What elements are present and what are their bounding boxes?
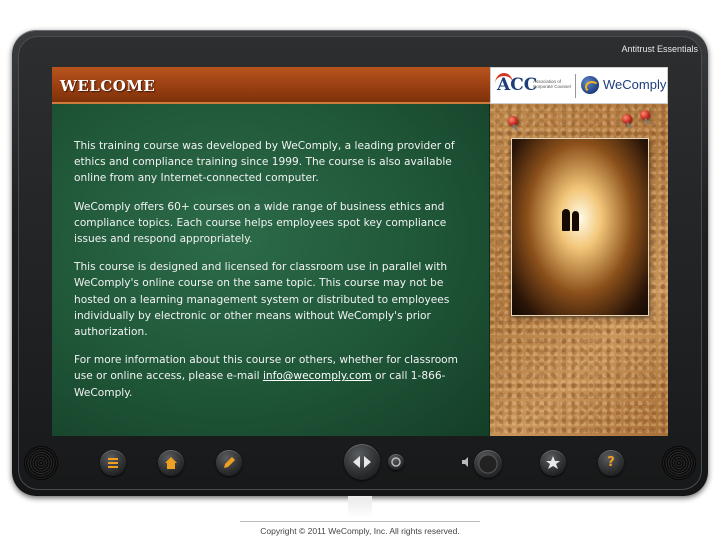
pushpin-icon xyxy=(508,116,518,126)
chalkboard-panel: This training course was developed by We… xyxy=(52,104,490,436)
triangle-right-icon xyxy=(364,456,371,468)
home-icon xyxy=(165,457,177,469)
pushpin-icon xyxy=(640,110,650,120)
acc-logo: ACC Association of Corporate Counsel xyxy=(495,73,571,97)
email-link[interactable]: info@wecomply.com xyxy=(263,370,372,382)
speaker-grille-right xyxy=(662,446,696,480)
person-silhouette xyxy=(572,211,579,231)
help-button[interactable]: ? xyxy=(598,450,624,476)
volume-button[interactable] xyxy=(474,450,502,478)
welcome-text: This training course was developed by We… xyxy=(74,138,478,413)
slide-title: WELCOME xyxy=(60,77,156,95)
star-icon xyxy=(546,456,560,469)
speaker-icon xyxy=(462,457,468,467)
triangle-left-icon xyxy=(353,456,360,468)
acc-logo-text: Association of Corporate Counsel xyxy=(533,79,571,89)
home-button[interactable] xyxy=(158,450,184,476)
footer-divider xyxy=(240,521,480,522)
course-title: Antitrust Essentials xyxy=(621,44,698,54)
cork-board xyxy=(490,104,668,436)
logo-box: ACC Association of Corporate Counsel WeC… xyxy=(490,67,668,104)
help-icon: ? xyxy=(607,455,615,470)
logo-divider xyxy=(575,74,576,98)
business-people-photo xyxy=(511,138,649,316)
nav-arrows xyxy=(353,456,371,468)
speaker-grille-left xyxy=(24,446,58,480)
paragraph-4: For more information about this course o… xyxy=(74,352,478,401)
pushpin-icon xyxy=(622,114,632,124)
copyright-text: Copyright © 2011 WeComply, Inc. All righ… xyxy=(260,526,460,536)
volume-knob xyxy=(478,454,498,474)
paragraph-1: This training course was developed by We… xyxy=(74,140,455,185)
pencil-icon xyxy=(224,457,235,468)
paragraph-3: This course is designed and licensed for… xyxy=(74,261,450,339)
notes-button[interactable] xyxy=(216,450,242,476)
menu-button[interactable] xyxy=(100,450,126,476)
frame-stand xyxy=(348,496,372,518)
paragraph-2: WeComply offers 60+ courses on a wide ra… xyxy=(74,200,447,246)
replay-icon xyxy=(391,457,401,467)
globe-icon xyxy=(581,76,599,94)
list-icon xyxy=(108,458,118,468)
wecomply-logo-text: WeComply xyxy=(603,77,667,92)
replay-button[interactable] xyxy=(388,454,404,470)
wecomply-logo: WeComply xyxy=(581,74,667,98)
person-silhouette xyxy=(562,209,570,231)
acc-logo-mark: ACC xyxy=(497,75,538,95)
navigation-button[interactable] xyxy=(344,444,380,480)
title-bar: WELCOME xyxy=(52,67,490,104)
bookmark-button[interactable] xyxy=(540,450,566,476)
